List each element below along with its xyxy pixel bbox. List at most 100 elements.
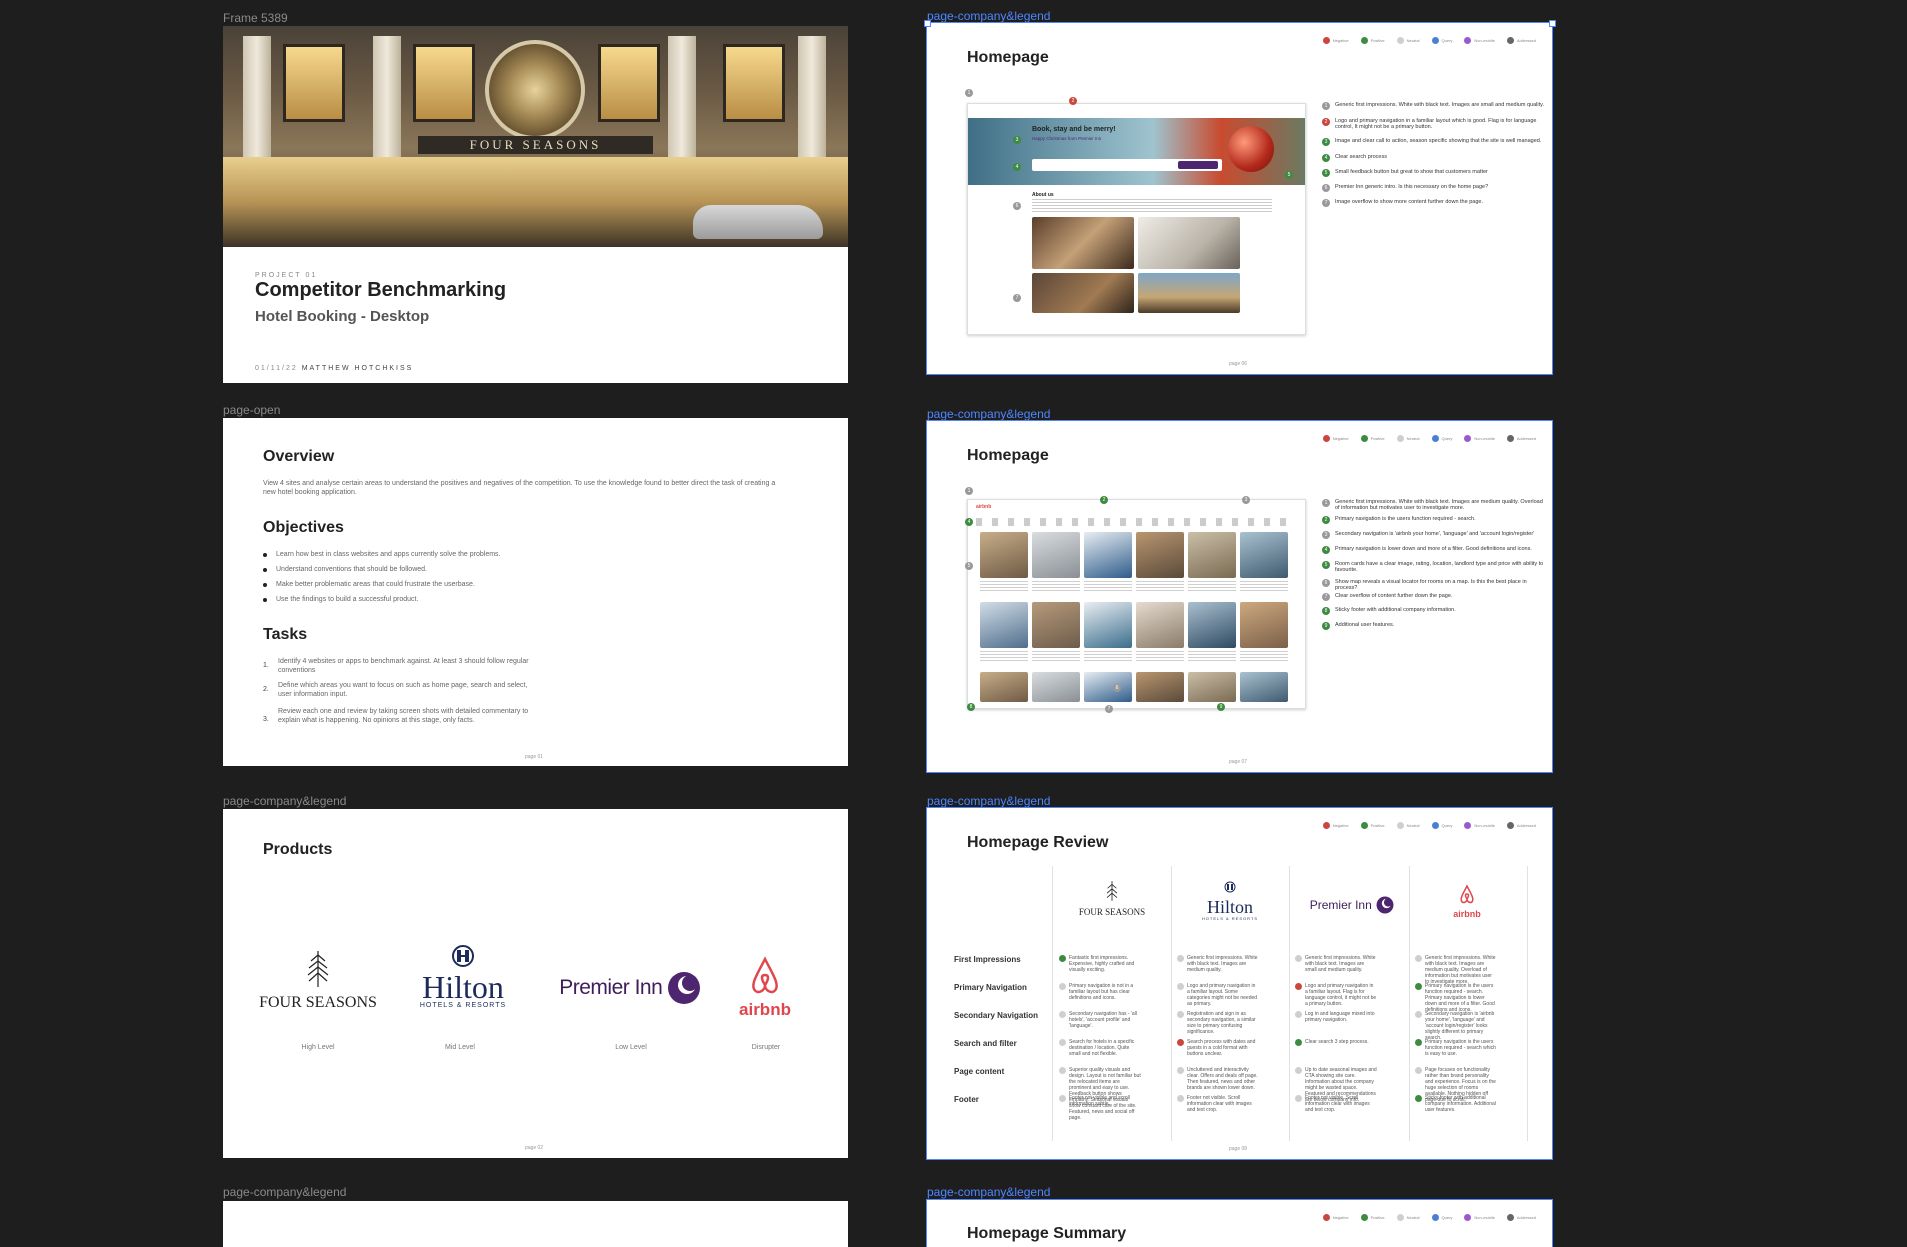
listing-photo bbox=[1240, 672, 1288, 702]
product-level: High Level bbox=[301, 1044, 335, 1051]
selection-handle[interactable] bbox=[924, 20, 931, 27]
frame-homepage-review[interactable]: Negative Positive Neutral Query Non-mobi… bbox=[926, 807, 1553, 1160]
row-label: Search and filter bbox=[954, 1039, 1017, 1048]
listing-caption bbox=[1240, 581, 1288, 593]
products-title: Products bbox=[263, 841, 333, 858]
selection-handle[interactable] bbox=[1549, 20, 1556, 27]
listing-caption bbox=[1188, 651, 1236, 663]
rating-dot bbox=[1415, 1039, 1422, 1046]
review-cell-text: Fantastic first impressions. Expensive, … bbox=[1069, 955, 1135, 973]
review-title: Homepage Review bbox=[967, 834, 1109, 851]
listing-caption bbox=[1240, 651, 1288, 663]
review-cell-text: Footer not visible. Scroll information c… bbox=[1305, 1095, 1370, 1113]
frame-products[interactable]: Products FOUR SEASONS Hilton HOTELS & RE… bbox=[223, 809, 848, 1158]
frame-label-review[interactable]: page-company&legend bbox=[927, 794, 1050, 808]
hilton-wordmark: Hilton bbox=[422, 969, 504, 1005]
overview-title: Overview bbox=[263, 448, 335, 465]
tree-icon bbox=[307, 951, 329, 987]
listing-photo bbox=[1136, 532, 1184, 578]
tree-icon bbox=[1106, 881, 1118, 901]
project-label: PROJECT 01 bbox=[255, 272, 318, 279]
cover-footer: 01/11/22 MATTHEW HOTCHKISS bbox=[255, 365, 413, 372]
rating-dot bbox=[1059, 983, 1066, 990]
airbnb-logo: airbnb bbox=[735, 955, 795, 1020]
premier-inn-wordmark: Premier Inn bbox=[559, 976, 663, 999]
objective-item: Understand conventions that should be fo… bbox=[263, 566, 427, 573]
rating-dot bbox=[1295, 1011, 1302, 1018]
page-number: page 06 bbox=[1229, 361, 1248, 367]
frame-label-open[interactable]: page-open bbox=[223, 403, 280, 417]
homepage-title: Homepage bbox=[967, 447, 1049, 464]
four-seasons-logo: FOUR SEASONS bbox=[258, 949, 378, 1012]
hilton-logo: Hilton HOTELS & RESORTS bbox=[1180, 880, 1280, 921]
hilton-tagline: HOTELS & RESORTS bbox=[419, 1002, 507, 1009]
page-number: page 02 bbox=[525, 1145, 544, 1151]
rating-dot bbox=[1059, 1011, 1066, 1018]
product-level: Low Level bbox=[615, 1044, 647, 1051]
listing-photo bbox=[1084, 532, 1132, 578]
frame-label-home1[interactable]: page-company&legend bbox=[927, 9, 1050, 23]
review-cell-text: Primary navigation is the users function… bbox=[1425, 1039, 1496, 1057]
frame-homepage-premier-inn[interactable]: Negative Positive Neutral Query Non-mobi… bbox=[926, 22, 1553, 375]
frame-label-home2[interactable]: page-company&legend bbox=[927, 407, 1050, 421]
listing-photo bbox=[1084, 672, 1132, 702]
frame-cover[interactable]: FOUR SEASONS PROJECT 01 Competitor Bench… bbox=[223, 26, 848, 383]
listing-photo bbox=[1084, 602, 1132, 648]
review-cell-text: Uncluttered and interactivity clear. Off… bbox=[1187, 1067, 1258, 1091]
listing-caption bbox=[1136, 581, 1184, 593]
frame-label-bottom[interactable]: page-company&legend bbox=[223, 1185, 346, 1199]
listing-photo bbox=[1240, 532, 1288, 578]
rating-dot bbox=[1295, 955, 1302, 962]
rating-dot bbox=[1295, 1039, 1302, 1046]
review-cell-text: Secondary navigation is 'airbnb your hom… bbox=[1425, 1011, 1495, 1041]
task-text: Define which areas you want to focus on … bbox=[278, 682, 528, 698]
hilton-logo: Hilton HOTELS & RESORTS bbox=[413, 945, 513, 1009]
rating-dot bbox=[1177, 1039, 1184, 1046]
page-number: page 07 bbox=[1229, 759, 1248, 765]
review-cell-text: Logo and primary navigation in a familia… bbox=[1187, 983, 1258, 1007]
rating-dot bbox=[1295, 1095, 1302, 1102]
objectives-title: Objectives bbox=[263, 519, 344, 536]
row-label: Secondary Navigation bbox=[954, 1011, 1039, 1020]
frame-partial[interactable] bbox=[223, 1201, 848, 1247]
review-cell-text: Superior quality visuals and design. Lay… bbox=[1069, 1067, 1141, 1121]
row-label: Primary Navigation bbox=[954, 983, 1027, 992]
review-cell-text: Log in and language mixed into primary n… bbox=[1305, 1011, 1375, 1023]
frame-homepage-airbnb[interactable]: Negative Positive Neutral Query Non-mobi… bbox=[926, 420, 1553, 773]
review-cell-text: Clear search 3 step process. bbox=[1305, 1039, 1369, 1045]
rating-dot bbox=[1415, 1067, 1422, 1074]
task-text: Identify 4 websites or apps to benchmark… bbox=[278, 658, 529, 674]
product-level: Disrupter bbox=[751, 1044, 781, 1051]
page-number: page 08 bbox=[1229, 1146, 1248, 1152]
review-cell-text: Generic first impressions. White with bl… bbox=[1305, 955, 1376, 973]
rating-dot bbox=[1295, 1067, 1302, 1074]
listing-photo bbox=[1188, 532, 1236, 578]
rating-dot bbox=[1059, 955, 1066, 962]
row-label: Page content bbox=[954, 1067, 1005, 1076]
car-shape bbox=[693, 205, 823, 239]
rating-dot bbox=[1415, 983, 1422, 990]
frame-label-products[interactable]: page-company&legend bbox=[223, 794, 346, 808]
review-cell-text: Generic first impressions. White with bl… bbox=[1425, 955, 1496, 985]
review-cell-text: Primary navigation is the users function… bbox=[1425, 983, 1495, 1013]
frame-label-summary[interactable]: page-company&legend bbox=[927, 1185, 1050, 1199]
row-label: First Impressions bbox=[954, 955, 1021, 964]
listing-photo bbox=[1188, 672, 1236, 702]
listing-caption bbox=[1032, 651, 1080, 663]
frame-homepage-summary[interactable]: Negative Positive Neutral Query Non-mobi… bbox=[926, 1199, 1553, 1247]
review-cell-text: Registration and sign in as secondary na… bbox=[1187, 1011, 1256, 1035]
four-seasons-wordmark: FOUR SEASONS bbox=[259, 994, 377, 1011]
frame-page-open[interactable]: Overview View 4 sites and analyse certai… bbox=[223, 418, 848, 766]
listing-caption bbox=[1032, 581, 1080, 593]
frame-label-cover[interactable]: Frame 5389 bbox=[223, 11, 288, 25]
cover-title: Competitor Benchmarking bbox=[255, 279, 507, 301]
listing-caption bbox=[980, 651, 1028, 663]
airbnb-belo-icon bbox=[752, 956, 778, 994]
objective-item: Use the findings to build a successful p… bbox=[262, 596, 419, 603]
rating-dot bbox=[1177, 955, 1184, 962]
rating-dot bbox=[1295, 983, 1302, 990]
cover-subtitle: Hotel Booking - Desktop bbox=[255, 308, 430, 325]
row-label: Footer bbox=[954, 1095, 979, 1104]
listing-caption bbox=[1136, 651, 1184, 663]
overview-text: View 4 sites and analyse certain areas t… bbox=[263, 480, 776, 496]
